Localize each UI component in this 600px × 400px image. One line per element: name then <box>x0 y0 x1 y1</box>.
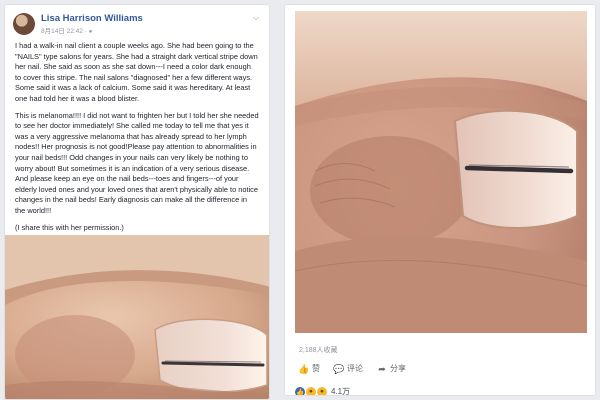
post-paragraph: This is melanoma!!!! I did not want to f… <box>15 110 259 215</box>
comment-button[interactable]: 💬 评论 <box>333 363 363 374</box>
post-paragraph: I had a walk-in nail client a couple wee… <box>15 41 258 103</box>
post-paragraph: (I share this with her permission.) <box>15 222 124 232</box>
author-block: Lisa Harrison Williams 8月14日 22:42 · ● <box>41 13 143 35</box>
screenshot-stage: Lisa Harrison Williams 8月14日 22:42 · ● ⌵… <box>0 0 600 400</box>
post-card-photo: 2,188人收藏 👍 赞 💬 评论 ➦ 分享 👍 ● ● 4.1万 <box>284 4 596 396</box>
avatar[interactable] <box>13 12 35 35</box>
wow-reaction-icon: ● <box>306 386 316 395</box>
post-photo[interactable] <box>295 11 587 333</box>
like-button[interactable]: 👍 赞 <box>298 363 320 374</box>
reaction-summary[interactable]: 👍 ● ● 4.1万 <box>295 386 351 396</box>
thumb-nail-photo <box>5 235 269 399</box>
like-label: 赞 <box>312 364 320 373</box>
share-arrow-icon: ➦ <box>378 363 386 374</box>
share-label: 分享 <box>390 364 406 373</box>
sad-reaction-icon: ● <box>317 386 327 395</box>
action-bar: 👍 赞 💬 评论 ➦ 分享 <box>298 363 406 374</box>
chevron-down-icon[interactable]: ⌵ <box>253 14 261 22</box>
thumb-nail-closeup-photo <box>295 11 587 333</box>
reaction-count: 4.1万 <box>331 387 351 396</box>
post-body: I had a walk-in nail client a couple wee… <box>5 39 269 233</box>
like-reaction-icon: 👍 <box>295 386 305 396</box>
comment-label: 评论 <box>347 364 363 373</box>
author-name[interactable]: Lisa Harrison Williams <box>41 13 143 24</box>
share-button[interactable]: ➦ 分享 <box>377 363 406 374</box>
post-timestamp[interactable]: 8月14日 22:42 · ● <box>41 25 143 35</box>
thumbs-up-icon: 👍 <box>298 363 310 374</box>
post-header: Lisa Harrison Williams 8月14日 22:42 · ● ⌵ <box>5 5 269 39</box>
post-photo[interactable] <box>5 235 269 399</box>
post-card-text: Lisa Harrison Williams 8月14日 22:42 · ● ⌵… <box>4 4 270 400</box>
share-count[interactable]: 2,188人收藏 <box>299 345 338 355</box>
globe-icon: ● <box>88 28 93 35</box>
speech-bubble-icon: 💬 <box>333 363 345 374</box>
